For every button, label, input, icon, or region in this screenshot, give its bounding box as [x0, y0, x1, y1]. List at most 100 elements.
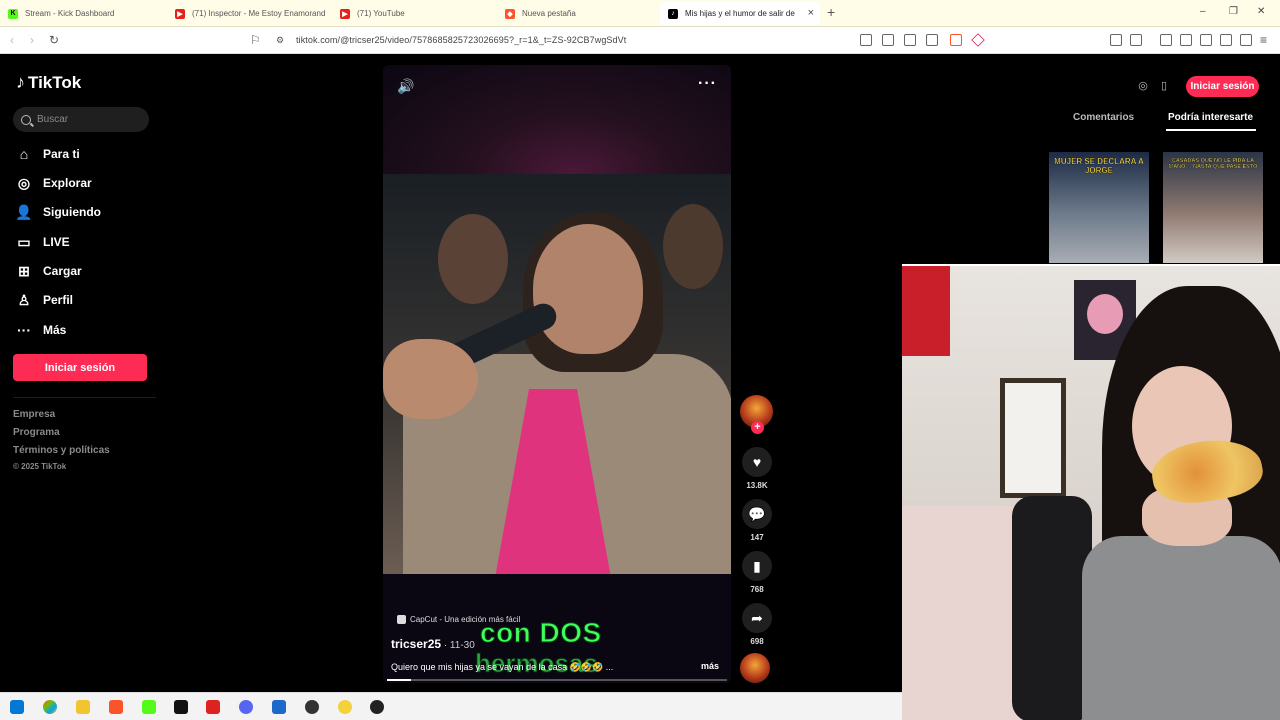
tab-label: Mis hijas y el humor de salir de	[685, 9, 795, 18]
tiktok-app-icon[interactable]	[174, 700, 188, 714]
comment-icon: 💬	[742, 499, 772, 529]
reload-icon[interactable]: ↻	[49, 33, 59, 47]
video-caption: Quiero que mis hijas ya se vayan de la c…	[391, 662, 614, 672]
footer-link-terminos[interactable]: Términos y políticas	[13, 445, 110, 456]
steam-icon[interactable]	[272, 700, 286, 714]
tab-tiktok-active[interactable]: ♪ Mis hijas y el humor de salir de ×	[660, 2, 820, 25]
menu-icon[interactable]: ≡	[1260, 33, 1267, 47]
phone-icon[interactable]: ▯	[1157, 79, 1171, 93]
forward-icon[interactable]: ›	[30, 33, 34, 47]
home-icon: ⌂	[19, 146, 29, 162]
sidebar-icon[interactable]	[1180, 34, 1192, 46]
share-button[interactable]: ➦ 698	[740, 603, 774, 646]
vpn-icon[interactable]	[1240, 34, 1252, 46]
tab-kick-dashboard[interactable]: K Stream - Kick Dashboard	[0, 2, 168, 25]
like-button[interactable]: ♥ 13.8K	[740, 447, 774, 490]
footer-link-programa[interactable]: Programa	[13, 427, 60, 438]
discord-icon[interactable]	[239, 700, 253, 714]
recommended-video-thumb[interactable]: MUJER SE DECLARA A JORGE	[1049, 152, 1149, 263]
browser-tab-strip: K Stream - Kick Dashboard ▶ (71) Inspect…	[0, 0, 1280, 27]
window-close-button[interactable]: ✕	[1257, 6, 1265, 17]
login-button-top[interactable]: Iniciar sesión	[1186, 76, 1259, 97]
heart-icon: ♥	[742, 447, 772, 477]
sidebar-item-live[interactable]: ▭ LIVE	[16, 232, 69, 252]
compass-icon[interactable]: ◎	[1136, 79, 1150, 93]
music-disc-avatar[interactable]	[740, 653, 770, 683]
windows-start-icon[interactable]	[10, 700, 24, 714]
taskbar	[0, 692, 902, 720]
brave-rewards-icon[interactable]	[971, 33, 985, 47]
maximize-button[interactable]: ❐	[1229, 6, 1238, 17]
expand-caption-button[interactable]: más	[701, 661, 719, 671]
sidebar-item-label: Siguiendo	[43, 205, 101, 219]
url-field[interactable]: tiktok.com/@tricser25/video/757868582572…	[296, 35, 626, 45]
more-icon: ···	[17, 322, 31, 338]
save-button[interactable]: ▮ 768	[740, 551, 774, 594]
bookmark-icon[interactable]: ⚐	[250, 33, 261, 47]
open-external-icon[interactable]	[882, 34, 894, 46]
search-box[interactable]	[13, 107, 149, 132]
volume-icon[interactable]: 🔊	[397, 78, 414, 94]
sidebar-item-mas[interactable]: ··· Más	[16, 320, 66, 340]
record-app-icon[interactable]	[370, 700, 384, 714]
comment-count: 147	[750, 533, 764, 542]
new-tab-button[interactable]: +	[827, 4, 835, 20]
app-icon[interactable]	[338, 700, 352, 714]
reader-icon[interactable]	[860, 34, 872, 46]
copyright: © 2025 TikTok	[13, 462, 67, 471]
share-icon[interactable]	[926, 34, 938, 46]
close-tab-icon[interactable]: ×	[808, 7, 814, 19]
login-button[interactable]: Iniciar sesión	[13, 354, 147, 381]
obs-icon[interactable]	[305, 700, 319, 714]
recommended-video-thumb[interactable]: CASADAS QUE NO LE PIDA LA MANO ... NASTA…	[1163, 152, 1263, 263]
sidebar-item-para-ti[interactable]: ⌂ Para ti	[16, 144, 80, 164]
video-top-area	[383, 65, 731, 174]
media-icon[interactable]	[1160, 34, 1172, 46]
footer-link-empresa[interactable]: Empresa	[13, 409, 55, 420]
wallet-icon[interactable]	[1200, 34, 1212, 46]
video-player[interactable]: 🔊 ··· CapCut - Una edición más fácil con…	[383, 65, 731, 683]
kick-app-icon[interactable]	[142, 700, 156, 714]
sidebar-divider	[13, 397, 156, 398]
tab-search-icon[interactable]	[1130, 34, 1142, 46]
background-person	[663, 204, 723, 289]
capcut-icon	[397, 615, 406, 624]
sidebar-item-label: Cargar	[43, 264, 82, 278]
tab-comentarios[interactable]: Comentarios	[1073, 112, 1134, 123]
leo-icon[interactable]	[1220, 34, 1232, 46]
tab-youtube-inspector[interactable]: ▶ (71) Inspector - Me Estoy Enamorand	[167, 2, 332, 25]
streamer-body	[1082, 536, 1280, 720]
search-input[interactable]	[37, 114, 137, 125]
like-count: 13.8K	[746, 481, 768, 490]
bookmark-icon: ▮	[742, 551, 772, 581]
media-app-icon[interactable]	[206, 700, 220, 714]
tab-youtube[interactable]: ▶ (71) YouTube	[332, 2, 497, 25]
youtube-icon: ▶	[175, 8, 185, 19]
tab-podria-interesarte[interactable]: Podría interesarte	[1168, 112, 1253, 123]
tiktok-logo[interactable]: ♪ TikTok	[16, 72, 81, 93]
tab-new-tab[interactable]: ◆ Nueva pestaña	[497, 2, 660, 25]
kick-icon: K	[8, 8, 18, 19]
copilot-icon[interactable]	[43, 700, 57, 714]
video-author[interactable]: tricser25 · 11-30	[391, 637, 475, 651]
follow-plus-icon[interactable]: +	[751, 421, 764, 434]
back-icon[interactable]: ‹	[10, 33, 14, 47]
site-info-icon[interactable]: ⚙	[276, 35, 284, 46]
sidebar-item-siguiendo[interactable]: 👤 Siguiendo	[15, 202, 101, 222]
sidebar-item-perfil[interactable]: ♙ Perfil	[16, 290, 73, 310]
brave-browser-icon[interactable]	[109, 700, 123, 714]
mirror-frame	[1000, 378, 1066, 498]
file-explorer-icon[interactable]	[76, 700, 90, 714]
brave-shield-icon[interactable]	[950, 34, 962, 46]
minimize-button[interactable]: –	[1200, 6, 1206, 17]
brave-icon: ◆	[505, 8, 515, 19]
more-options-icon[interactable]: ···	[698, 75, 717, 93]
share-arrow-icon: ➦	[742, 603, 772, 633]
video-progress-bar[interactable]	[387, 679, 727, 681]
translate-icon[interactable]	[904, 34, 916, 46]
sidebar-item-cargar[interactable]: ⊞ Cargar	[16, 261, 82, 281]
address-bar: ‹ › ↻ ⚐ ⚙ tiktok.com/@tricser25/video/75…	[0, 27, 1280, 54]
extensions-icon[interactable]	[1110, 34, 1122, 46]
sidebar-item-explorar[interactable]: ◎ Explorar	[16, 173, 92, 193]
comment-button[interactable]: 💬 147	[740, 499, 774, 542]
